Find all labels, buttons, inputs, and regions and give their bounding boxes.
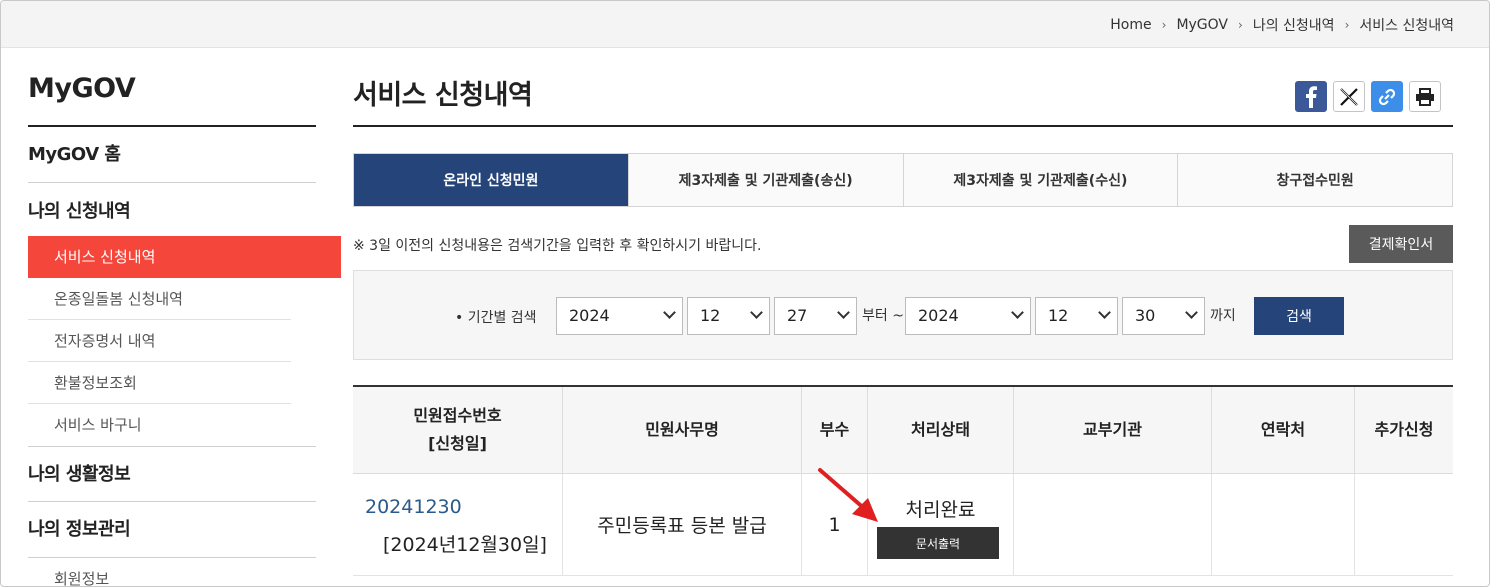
breadcrumb-history[interactable]: 나의 신청내역 — [1253, 15, 1335, 35]
to-day-select[interactable]: 30 — [1122, 297, 1205, 335]
header-contact: 연락처 — [1211, 387, 1354, 473]
to-month-value: 12 — [1048, 306, 1069, 325]
chevron-right-icon: › — [1238, 18, 1243, 32]
chevron-down-icon — [1011, 306, 1024, 319]
cell-issuer — [1013, 474, 1211, 575]
breadcrumb-mygov[interactable]: MyGOV — [1176, 17, 1228, 33]
from-month-value: 12 — [700, 306, 721, 325]
header-apply-date: [신청일] — [428, 434, 487, 453]
table-row: 20241230 [2024년12월30일] 주민등록표 등본 발급 1 처리완… — [353, 474, 1453, 576]
red-arrow-icon — [818, 468, 878, 522]
chevron-right-icon: › — [1344, 18, 1350, 32]
sidebar-item-service-history[interactable]: 서비스 신청내역 — [28, 236, 341, 278]
sidebar-item-refund[interactable]: 환불정보조회 — [28, 362, 291, 404]
share-toolbar — [1295, 81, 1441, 112]
document-print-button[interactable]: 문서출력 — [877, 527, 999, 559]
x-icon[interactable] — [1333, 81, 1365, 112]
search-button[interactable]: 검색 — [1254, 297, 1344, 335]
cell-service-name: 주민등록표 등본 발급 — [562, 474, 801, 575]
tab-third-party-send[interactable]: 제3자제출 및 기관제출(송신) — [627, 154, 903, 206]
sidebar-item-member-info[interactable]: 회원정보 — [28, 558, 291, 586]
to-year-select[interactable]: 2024 — [905, 297, 1031, 335]
from-day-select[interactable]: 27 — [774, 297, 857, 335]
notice-text: ※ 3일 이전의 신청내용은 검색기간을 입력한 후 확인하시기 바랍니다. — [353, 238, 762, 254]
tab-counter[interactable]: 창구접수민원 — [1177, 154, 1452, 206]
tab-bar: 온라인 신청민원 제3자제출 및 기관제출(송신) 제3자제출 및 기관제출(수… — [353, 153, 1453, 207]
facebook-icon[interactable] — [1295, 81, 1327, 112]
tab-third-party-receive[interactable]: 제3자제출 및 기관제출(수신) — [902, 154, 1178, 206]
sidebar-item-basket[interactable]: 서비스 바구니 — [28, 404, 291, 446]
link-icon[interactable] — [1371, 81, 1403, 112]
cell-contact — [1211, 474, 1354, 575]
from-year-select[interactable]: 2024 — [556, 297, 683, 335]
to-day-value: 30 — [1135, 306, 1156, 325]
chevron-down-icon — [663, 306, 676, 319]
receipt-number-link[interactable]: 20241230 — [365, 496, 462, 518]
search-label: • 기간별 검색 — [455, 310, 537, 326]
header-additional: 추가신청 — [1354, 387, 1453, 473]
chevron-down-icon — [1185, 306, 1198, 319]
sidebar-item-history[interactable]: 나의 신청내역 — [28, 183, 316, 236]
chevron-right-icon: › — [1161, 18, 1167, 32]
breadcrumb-current: 서비스 신청내역 — [1359, 18, 1454, 34]
sidebar-item-care-history[interactable]: 온종일돌봄 신청내역 — [28, 278, 291, 320]
to-month-select[interactable]: 12 — [1035, 297, 1118, 335]
sidebar-item-ecert-history[interactable]: 전자증명서 내역 — [28, 320, 291, 362]
from-text: 부터 ~ — [862, 308, 904, 324]
to-text: 까지 — [1210, 308, 1236, 324]
browser-frame: Home › MyGOV › 나의 신청내역 › 서비스 신청내역 MyGOV … — [0, 0, 1490, 587]
header-receipt-no: 민원접수번호 — [413, 406, 502, 425]
to-year-value: 2024 — [918, 306, 959, 325]
sidebar-submenu: 서비스 신청내역 온종일돌봄 신청내역 전자증명서 내역 환불정보조회 서비스 … — [28, 236, 341, 446]
payment-confirm-button[interactable]: 결제확인서 — [1349, 225, 1453, 263]
main-content: 서비스 신청내역 온라인 신청민원 제3자제출 및 기관제출(송신) 제3자제출… — [353, 73, 1453, 576]
history-table: 민원접수번호 [신청일] 민원사무명 부수 처리상태 교부기관 연락처 추가신청… — [353, 385, 1453, 576]
tab-online[interactable]: 온라인 신청민원 — [354, 154, 628, 206]
sidebar-item-info-manage[interactable]: 나의 정보관리 — [28, 502, 316, 558]
from-year-value: 2024 — [569, 306, 610, 325]
chevron-down-icon — [1098, 306, 1111, 319]
print-icon[interactable] — [1409, 81, 1441, 112]
table-header: 민원접수번호 [신청일] 민원사무명 부수 처리상태 교부기관 연락처 추가신청 — [353, 387, 1453, 474]
apply-date: [2024년12월30일] — [383, 534, 547, 556]
header-service-name: 민원사무명 — [562, 387, 801, 473]
breadcrumb-home[interactable]: Home — [1110, 17, 1151, 33]
cell-status: 처리완료 문서출력 — [867, 474, 1013, 575]
search-box: • 기간별 검색 2024 12 27 부터 ~ 2024 12 30 까지 검… — [353, 270, 1453, 360]
from-day-value: 27 — [787, 306, 808, 325]
page-title: 서비스 신청내역 — [353, 73, 1453, 127]
header-receipt: 민원접수번호 [신청일] — [353, 387, 562, 473]
status-text: 처리완료 — [905, 499, 976, 521]
header-copies: 부수 — [801, 387, 867, 473]
sidebar-item-home[interactable]: MyGOV 홈 — [28, 127, 316, 183]
chevron-down-icon — [837, 306, 850, 319]
sidebar-title: MyGOV — [28, 73, 316, 127]
top-bar: Home › MyGOV › 나의 신청내역 › 서비스 신청내역 — [1, 1, 1489, 48]
cell-additional — [1354, 474, 1453, 575]
from-month-select[interactable]: 12 — [687, 297, 770, 335]
header-status: 처리상태 — [867, 387, 1013, 473]
sidebar-item-life-info[interactable]: 나의 생활정보 — [28, 446, 316, 502]
header-issuer: 교부기관 — [1013, 387, 1211, 473]
chevron-down-icon — [750, 306, 763, 319]
sidebar: MyGOV MyGOV 홈 나의 신청내역 서비스 신청내역 온종일돌봄 신청내… — [28, 73, 341, 586]
breadcrumb: Home › MyGOV › 나의 신청내역 › 서비스 신청내역 — [1110, 15, 1454, 35]
cell-receipt: 20241230 [2024년12월30일] — [353, 474, 562, 575]
